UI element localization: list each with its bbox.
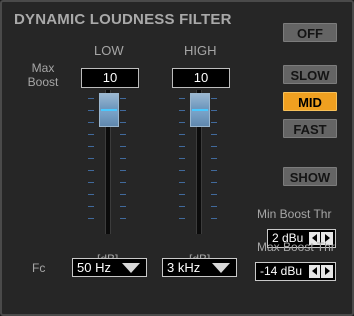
tick — [120, 170, 126, 171]
tick — [179, 110, 185, 111]
tick — [120, 194, 126, 195]
tick — [88, 194, 94, 195]
tick — [88, 158, 94, 159]
tick — [179, 158, 185, 159]
high-max-boost-field[interactable]: 10 — [172, 68, 230, 88]
max-boost-label-text: Max Boost — [27, 61, 59, 89]
max-boost-thr-spinbox[interactable]: -14 dBu — [255, 262, 336, 281]
tick — [211, 182, 217, 183]
fast-button[interactable]: FAST — [283, 119, 337, 138]
low-column-label: LOW — [94, 43, 124, 58]
tick — [211, 110, 217, 111]
tick — [179, 134, 185, 135]
tick — [211, 206, 217, 207]
min-boost-thr-label: Min Boost Thr — [257, 207, 332, 221]
tick — [120, 146, 126, 147]
tick — [179, 122, 185, 123]
tick — [211, 98, 217, 99]
tick — [88, 110, 94, 111]
high-column-label: HIGH — [184, 43, 217, 58]
slow-button[interactable]: SLOW — [283, 65, 337, 84]
high-frequency-select[interactable]: 3 kHz — [162, 258, 237, 277]
tick — [88, 170, 94, 171]
arrow-left-icon[interactable] — [312, 267, 317, 275]
triangle-down-icon — [122, 263, 140, 273]
fc-label: Fc — [32, 261, 46, 275]
tick — [120, 182, 126, 183]
tick — [179, 98, 185, 99]
tick — [179, 146, 185, 147]
triangle-down-icon — [212, 263, 230, 273]
tick — [88, 206, 94, 207]
tick — [120, 206, 126, 207]
tick — [179, 206, 185, 207]
spin-buttons[interactable] — [309, 265, 333, 278]
show-button[interactable]: SHOW — [283, 167, 337, 186]
mid-button[interactable]: MID — [283, 92, 337, 111]
dynamic-loudness-filter-panel: DYNAMIC LOUDNESS FILTER Max Boost LOW 10… — [0, 0, 354, 316]
tick — [120, 98, 126, 99]
tick — [88, 146, 94, 147]
low-slider-thumb[interactable] — [99, 93, 119, 127]
max-boost-label: Max Boost — [22, 61, 64, 89]
tick — [211, 146, 217, 147]
tick — [211, 134, 217, 135]
thumb-indicator — [192, 109, 208, 111]
high-slider-thumb[interactable] — [190, 93, 210, 127]
off-button[interactable]: OFF — [283, 23, 337, 42]
tick — [211, 170, 217, 171]
tick — [179, 170, 185, 171]
tick — [211, 194, 217, 195]
panel-title: DYNAMIC LOUDNESS FILTER — [14, 11, 232, 28]
tick — [179, 182, 185, 183]
max-boost-thr-label: Max Boost Thr — [257, 240, 335, 254]
low-max-boost-field[interactable]: 10 — [81, 68, 139, 88]
tick — [88, 122, 94, 123]
max-boost-thr-value: -14 dBu — [260, 264, 303, 278]
tick — [88, 134, 94, 135]
tick — [88, 218, 94, 219]
tick — [211, 122, 217, 123]
tick — [88, 182, 94, 183]
tick — [211, 158, 217, 159]
tick — [179, 194, 185, 195]
low-frequency-value: 50 Hz — [77, 260, 111, 275]
arrow-right-icon[interactable] — [325, 267, 330, 275]
tick — [120, 218, 126, 219]
thumb-indicator — [101, 109, 117, 111]
tick — [211, 218, 217, 219]
low-frequency-select[interactable]: 50 Hz — [72, 258, 147, 277]
divider — [320, 265, 321, 278]
tick — [120, 110, 126, 111]
tick — [120, 134, 126, 135]
tick — [120, 158, 126, 159]
high-frequency-value: 3 kHz — [167, 260, 201, 275]
tick — [120, 122, 126, 123]
tick — [88, 98, 94, 99]
tick — [179, 218, 185, 219]
